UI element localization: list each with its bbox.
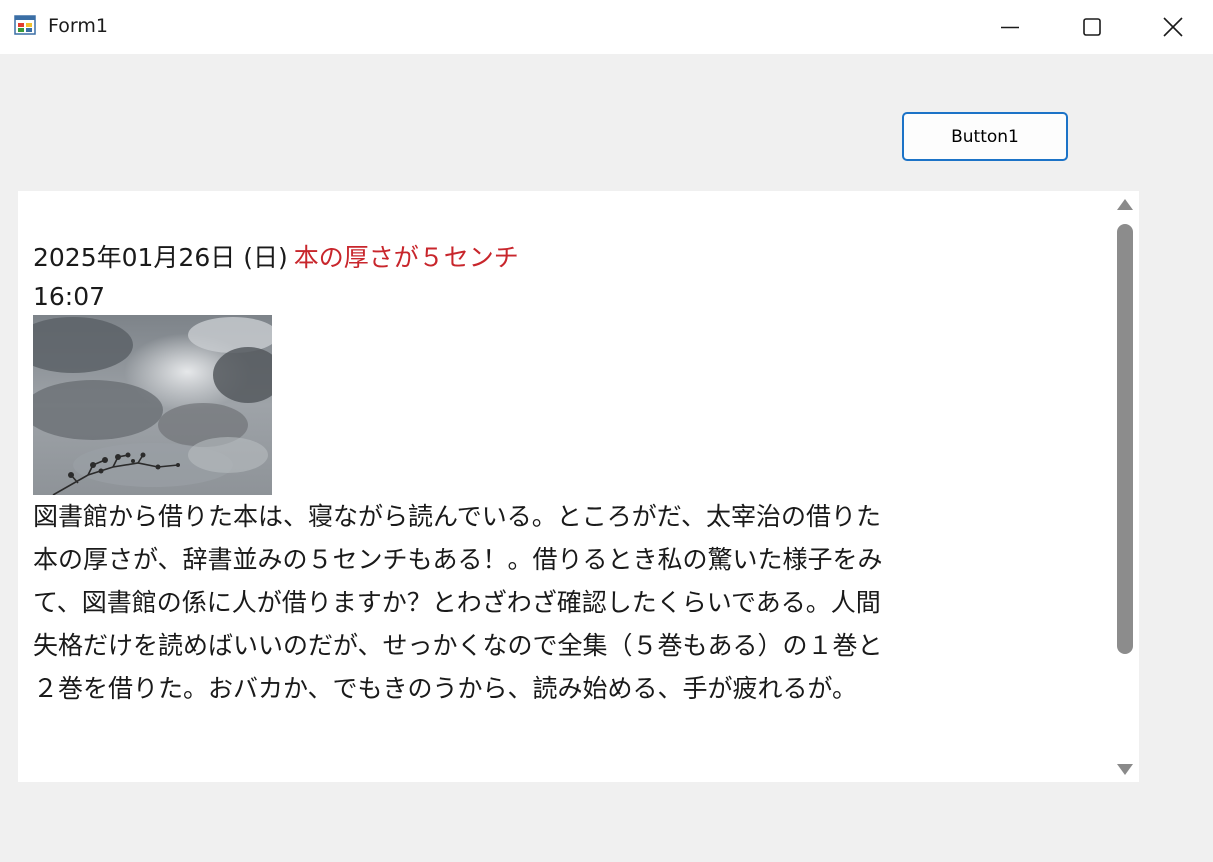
vertical-scrollbar[interactable] (1111, 191, 1139, 782)
scroll-down-arrow-icon[interactable] (1117, 764, 1133, 775)
button1[interactable]: Button1 (902, 112, 1068, 161)
post-headline[interactable]: 本の厚さが５センチ (294, 243, 519, 272)
form1-window: Form1 Button1 2025年01月26日 (日) 本の厚さが５センチ 1… (0, 0, 1213, 862)
scroll-up-arrow-icon[interactable] (1117, 199, 1133, 210)
maximize-icon (1083, 18, 1101, 36)
post-time: 16:07 (33, 282, 106, 311)
minimize-button[interactable] (969, 0, 1051, 54)
close-button[interactable] (1132, 0, 1213, 54)
close-icon (1163, 17, 1183, 37)
post-header: 2025年01月26日 (日) 本の厚さが５センチ (33, 237, 913, 279)
title-bar[interactable]: Form1 (0, 0, 1213, 54)
post-body: 図書館から借りた本は、寝ながら読んでいる。ところがだ、太宰治の借りた本の厚さが、… (33, 502, 883, 703)
post-date: 2025年01月26日 (日) (33, 243, 288, 272)
winforms-app-icon (14, 15, 36, 35)
scroll-thumb[interactable] (1117, 224, 1133, 654)
window-title: Form1 (48, 15, 108, 37)
web-browser-content[interactable]: 2025年01月26日 (日) 本の厚さが５センチ 16:07 図書館から借りた… (18, 191, 1139, 782)
cloudy-sky-photo (33, 315, 272, 495)
blog-post: 2025年01月26日 (日) 本の厚さが５センチ 16:07 図書館から借りた… (33, 237, 913, 710)
maximize-button[interactable] (1051, 0, 1133, 54)
minimize-icon (1001, 26, 1019, 29)
